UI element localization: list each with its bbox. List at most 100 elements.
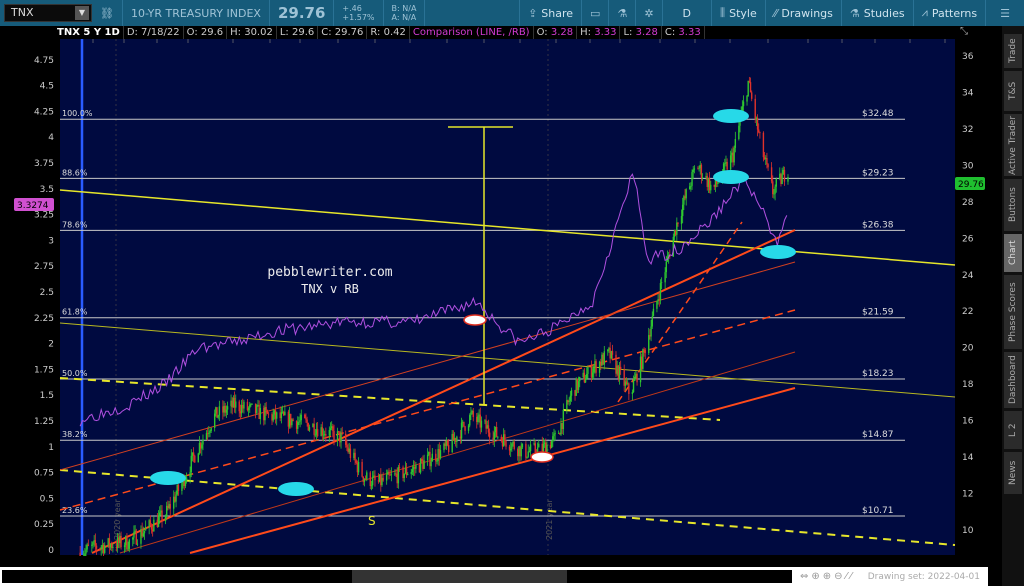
candle-body	[513, 441, 515, 450]
rail-tab-news[interactable]: News	[1004, 452, 1022, 494]
candle-body	[651, 316, 653, 327]
price-chart[interactable]: 0 0.25 0.5 0.75 1 1.25 1.5 1.75 2 2.25 2.5 2.75 3 3.2…	[0, 39, 988, 556]
chevron-down-icon[interactable]: ▼	[75, 6, 89, 20]
rail-tab-t-s[interactable]: T&S	[1004, 71, 1022, 111]
right-axis-tick: 30	[962, 161, 974, 171]
rail-tab-buttons[interactable]: Buttons	[1004, 179, 1022, 231]
candle-body	[724, 163, 726, 165]
left-axis-tick: 4.25	[34, 107, 54, 117]
patterns-button[interactable]: ⩘ Patterns	[912, 0, 986, 26]
candle-body	[762, 132, 765, 158]
style-button[interactable]: ⫼ Style	[711, 0, 765, 26]
info-close: C: 29.76	[318, 26, 368, 39]
right-axis-tick: 12	[962, 490, 973, 500]
fib-pct: 61.8%	[62, 308, 88, 317]
fib-pct: 50.0%	[62, 369, 88, 378]
rail-tab-phase-scores[interactable]: Phase Scores	[1004, 275, 1022, 349]
drawing-set[interactable]: Drawing set: 2022-04-01	[868, 572, 980, 582]
left-axis-tick: 4	[48, 133, 54, 143]
comp-close-label: C:	[664, 27, 676, 38]
candle-body	[435, 453, 437, 462]
candle-body	[157, 516, 160, 527]
candle-body	[656, 300, 658, 309]
candle-body	[698, 168, 700, 169]
candle-body	[87, 544, 90, 546]
highlight-ellipse	[760, 245, 796, 259]
alert-icon: ▭	[590, 6, 601, 20]
menu-button[interactable]: ☰	[985, 0, 1024, 26]
candle-body	[554, 433, 556, 435]
flask-button[interactable]: ⚗	[608, 0, 635, 26]
candle-body	[321, 427, 324, 436]
share-icon: ⇪	[528, 6, 538, 20]
candle-body	[423, 460, 425, 469]
candle-body	[749, 82, 752, 93]
candle-body	[388, 471, 390, 475]
candle-body	[397, 467, 400, 484]
candle-body	[382, 477, 384, 481]
candle-body	[569, 395, 572, 402]
candle-body	[161, 510, 163, 522]
left-axis-tick: 3.25	[34, 211, 54, 221]
left-axis-tick: 2.25	[34, 314, 54, 324]
drawings-button[interactable]: ⁄⁄ Drawings	[764, 0, 841, 26]
candle-body	[701, 177, 704, 179]
studies-button[interactable]: ⚗ Studies	[840, 0, 913, 26]
candle-body	[316, 429, 319, 437]
white-marker-ellipse	[463, 314, 487, 326]
candle-body	[758, 129, 760, 133]
link-icon[interactable]: ⛓	[100, 7, 114, 20]
candle-body	[766, 157, 768, 165]
candle-body	[528, 451, 531, 453]
rail-tab-dashboard[interactable]: Dashboard	[1004, 352, 1022, 408]
candle-body	[345, 433, 347, 445]
fib-price: $10.71	[862, 506, 894, 516]
aggregation-button[interactable]: D	[661, 0, 711, 26]
candle-body	[770, 167, 773, 182]
settings-button[interactable]: ✲	[635, 0, 661, 26]
candle-body	[135, 530, 137, 545]
candle-body	[132, 537, 134, 540]
symbol-input[interactable]: TNX ▼	[4, 4, 92, 22]
candle-body	[84, 553, 86, 556]
zoom-tools[interactable]: ⇔⊕⊕⊖⁄⁄	[800, 571, 855, 582]
candle-body	[128, 539, 130, 549]
rail-tab-active-trader[interactable]: Active Trader	[1004, 114, 1022, 176]
horizontal-scrollbar[interactable]	[2, 570, 792, 583]
candle-body	[133, 531, 135, 538]
comp-open-label: O:	[536, 27, 548, 38]
candle-body	[787, 176, 789, 182]
description: 10-YR TREASURY INDEX	[121, 0, 269, 26]
share-button[interactable]: ⇪ Share	[519, 0, 581, 26]
candle-body	[464, 426, 466, 431]
left-axis-tick: 0.25	[34, 520, 54, 530]
candle-body	[189, 472, 191, 478]
rail-tab-trade[interactable]: Trade	[1004, 34, 1022, 68]
candle-body	[665, 261, 667, 273]
right-axis-tick: 24	[962, 271, 974, 281]
candle-body	[742, 101, 745, 107]
rail-tab-chart[interactable]: Chart	[1004, 234, 1022, 272]
candle-body	[153, 519, 155, 532]
candle-body	[603, 351, 605, 365]
candle-body	[275, 412, 278, 419]
collapse-icon[interactable]: ⤡	[960, 26, 968, 37]
candle-body	[398, 467, 401, 468]
left-axis-tick: 1.5	[40, 391, 54, 401]
highlight-ellipse	[713, 170, 749, 184]
candle-body	[217, 415, 219, 418]
comp-low: 3.28	[635, 27, 658, 38]
candle-body	[142, 533, 145, 537]
scrollbar-thumb[interactable]	[352, 570, 567, 583]
candle-body	[91, 544, 93, 546]
comp-high: 3.33	[594, 27, 617, 38]
alert-button[interactable]: ▭	[581, 0, 608, 26]
candle-body	[607, 349, 609, 352]
candle-body	[366, 472, 368, 479]
candle-body	[456, 436, 458, 442]
candle-body	[650, 326, 652, 337]
flask-icon: ⚗	[849, 6, 860, 20]
chart-title: TNX 5 Y 1D	[54, 26, 124, 39]
toolbar: TNX ▼ ⛓ 10-YR TREASURY INDEX 29.76 +.46 +1…	[0, 0, 1024, 26]
rail-tab-l-2[interactable]: L 2	[1004, 411, 1022, 449]
